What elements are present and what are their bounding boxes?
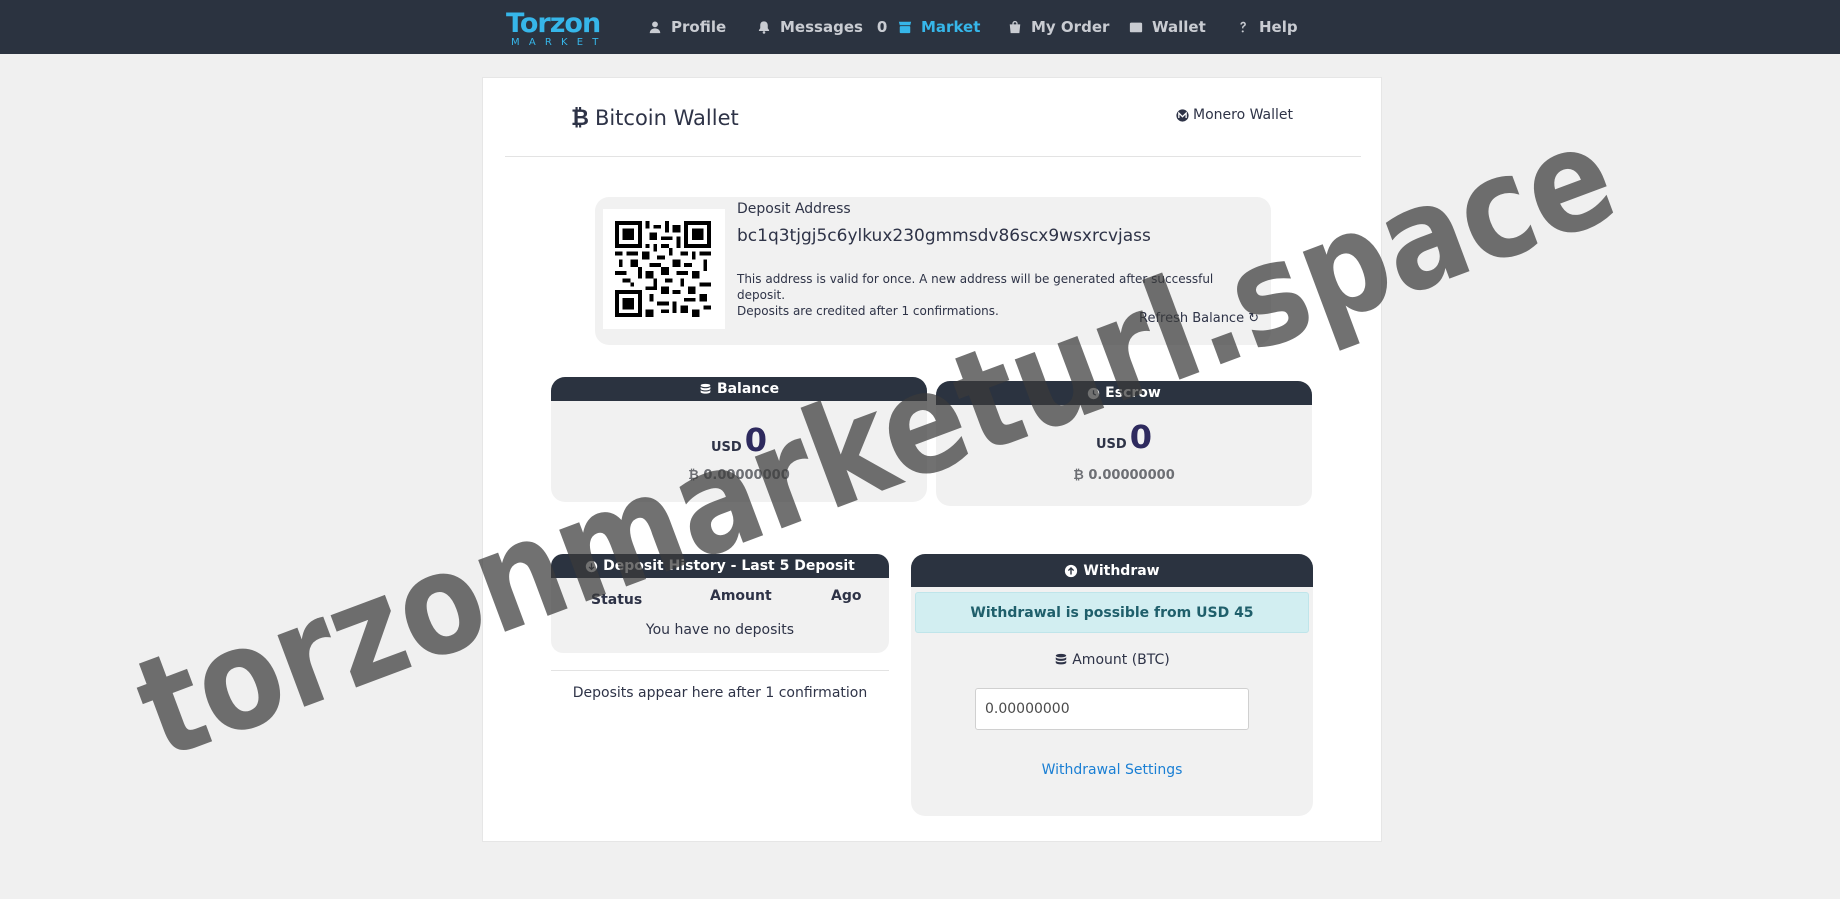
torzon-logo[interactable]: Torzon MARKET xyxy=(506,8,608,49)
balance-title: Balance xyxy=(716,381,780,397)
withdraw-panel: Withdraw Withdrawal is possible from USD… xyxy=(911,554,1313,816)
deposit-address-label: Deposit Address xyxy=(737,201,851,217)
qr-code xyxy=(603,209,725,329)
logo-subtext: MARKET xyxy=(511,37,608,48)
deposit-note-line1: This address is valid for once. A new ad… xyxy=(737,272,1214,302)
withdraw-minimum-alert: Withdrawal is possible from USD 45 xyxy=(915,592,1309,633)
escrow-currency: USD xyxy=(1096,437,1127,452)
bitcoin-icon: ₿ xyxy=(571,106,589,131)
nav-messages-label: Messages xyxy=(780,18,863,36)
bag-icon xyxy=(1009,20,1021,34)
bell-icon xyxy=(758,21,770,34)
nav-wallet-label: Wallet xyxy=(1152,18,1206,36)
balance-usd-value: 0 xyxy=(744,421,767,459)
escrow-header: Escrow xyxy=(936,381,1312,405)
nav-help-label: Help xyxy=(1259,18,1298,36)
messages-count-badge: 0 xyxy=(876,18,888,36)
deposit-address-panel: Deposit Address bc1q3tjgj5c6ylkux230gmms… xyxy=(595,197,1271,345)
arrow-down-circle-icon xyxy=(585,560,598,572)
nav-market[interactable]: Market xyxy=(898,17,980,37)
deposit-history-panel: Deposit History - Last 5 Deposit Status … xyxy=(551,554,889,653)
top-navbar: Torzon MARKET Profile Messages 0 Market … xyxy=(0,0,1840,54)
column-amount: Amount xyxy=(710,588,772,604)
nav-profile-label: Profile xyxy=(671,18,727,36)
monero-icon xyxy=(1176,108,1189,122)
nav-market-label: Market xyxy=(921,18,981,36)
question-icon xyxy=(1240,21,1246,33)
balance-btc-value: ₿ 0.00000000 xyxy=(688,468,790,483)
amount-label: Amount (BTC) xyxy=(911,652,1313,668)
column-status: Status xyxy=(591,592,643,608)
user-icon xyxy=(649,21,661,34)
page-title: ₿ Bitcoin Wallet xyxy=(571,105,739,131)
withdraw-title: Withdraw xyxy=(1083,562,1160,579)
divider xyxy=(551,670,889,671)
withdrawal-settings-link[interactable]: Withdrawal Settings xyxy=(911,762,1313,778)
deposit-history-note: Deposits appear here after 1 confirmatio… xyxy=(572,685,868,701)
qr-code-icon xyxy=(615,221,711,317)
deposit-history-title: Deposit History - Last 5 Deposit xyxy=(603,558,855,574)
escrow-usd-value: 0 xyxy=(1129,418,1152,456)
monero-wallet-label: Monero Wallet xyxy=(1193,107,1294,123)
column-ago: Ago xyxy=(831,588,862,604)
amount-label-text: Amount (BTC) xyxy=(1072,652,1170,668)
page-title-text: Bitcoin Wallet xyxy=(594,106,739,130)
balance-panel: Balance USD0 ₿ 0.00000000 xyxy=(551,377,927,502)
coins-icon xyxy=(700,383,711,394)
balance-currency: USD xyxy=(711,440,742,455)
escrow-btc-value: ₿ 0.00000000 xyxy=(1073,468,1175,483)
nav-profile[interactable]: Profile xyxy=(648,17,726,37)
amount-btc-input[interactable] xyxy=(975,688,1249,730)
escrow-panel: Escrow USD0 ₿ 0.00000000 xyxy=(936,381,1312,506)
monero-wallet-link[interactable]: Monero Wallet xyxy=(1176,107,1293,123)
escrow-usd: USD0 xyxy=(936,418,1312,456)
no-deposits-message: You have no deposits xyxy=(645,622,795,638)
wallet-card: ₿ Bitcoin Wallet Monero Wallet Deposit A… xyxy=(482,77,1382,842)
logo-wordmark: Torzon xyxy=(506,8,601,39)
wallet-icon xyxy=(1129,22,1143,33)
withdraw-header: Withdraw xyxy=(911,554,1313,587)
refresh-balance-link[interactable]: Refresh Balance ↻ xyxy=(1139,311,1259,326)
nav-my-order[interactable]: My Order xyxy=(1008,17,1109,37)
clock-icon xyxy=(1087,387,1100,399)
nav-help[interactable]: Help xyxy=(1236,17,1298,37)
nav-my-order-label: My Order xyxy=(1031,18,1110,36)
nav-wallet[interactable]: Wallet xyxy=(1129,17,1206,37)
coins-icon xyxy=(1055,653,1067,665)
balance-header: Balance xyxy=(551,377,927,401)
nav-messages[interactable]: Messages 0 xyxy=(757,17,887,37)
escrow-title: Escrow xyxy=(1105,385,1161,401)
store-icon xyxy=(898,21,912,34)
balance-usd: USD0 xyxy=(551,421,927,459)
deposit-history-header: Deposit History - Last 5 Deposit xyxy=(551,554,889,578)
deposit-address-value[interactable]: bc1q3tjgj5c6ylkux230gmmsdv86scx9wsxrcvja… xyxy=(737,226,1151,246)
divider xyxy=(505,156,1361,157)
arrow-up-circle-icon xyxy=(1065,564,1078,577)
